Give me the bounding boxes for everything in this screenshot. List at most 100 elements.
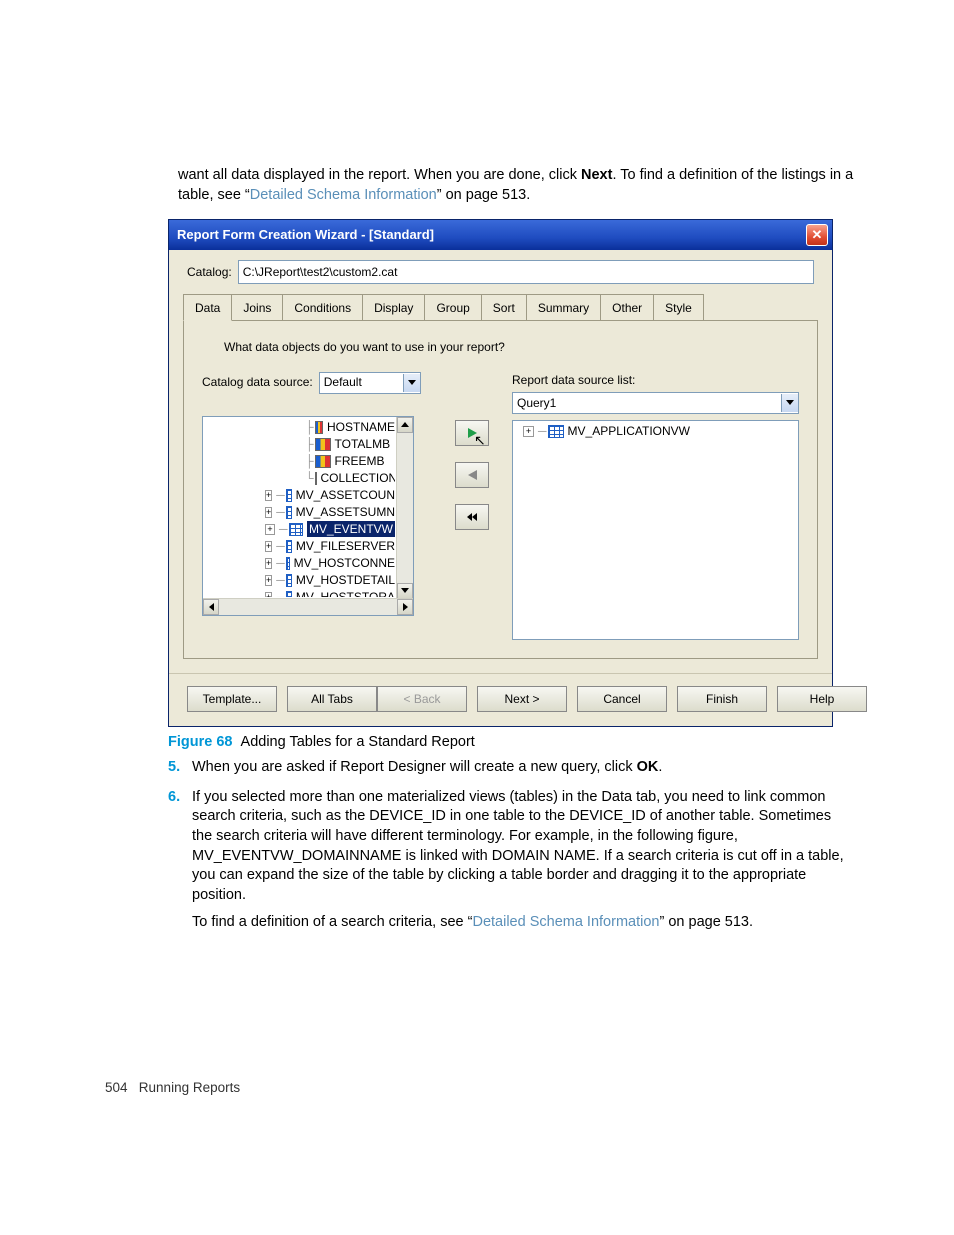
tab-joins[interactable]: Joins <box>231 294 283 320</box>
tree-view-selected[interactable]: +─MV_EVENTVW <box>207 521 395 538</box>
intro-paragraph: want all data displayed in the report. W… <box>178 166 854 205</box>
alltabs-button[interactable]: All Tabs <box>287 686 377 712</box>
section-title: Running Reports <box>139 1080 240 1095</box>
cancel-button[interactable]: Cancel <box>577 686 667 712</box>
help-button[interactable]: Help <box>777 686 867 712</box>
expand-icon[interactable]: + <box>265 541 272 552</box>
tree-view[interactable]: +─MV_ASSETCOUN <box>207 487 395 504</box>
step-text: If you selected more than one materializ… <box>192 789 844 903</box>
table-icon <box>286 489 292 502</box>
step-bold-ok: OK <box>637 759 659 775</box>
intro-text-c: ” on page 513. <box>437 187 531 203</box>
next-button[interactable]: Next > <box>477 686 567 712</box>
source-tree[interactable]: ├HOSTNAME ├TOTALMB ├FREEMB └COLLECTION +… <box>202 416 414 616</box>
report-ds-combo[interactable]: Query1 <box>512 392 799 414</box>
report-ds-value: Query1 <box>517 395 556 411</box>
close-button[interactable]: ✕ <box>806 224 828 246</box>
figure-label: Figure 68 <box>168 734 232 750</box>
expand-icon[interactable]: + <box>265 558 272 569</box>
tree-column[interactable]: └COLLECTION <box>207 470 395 487</box>
chevron-down-icon <box>781 394 798 412</box>
back-button[interactable]: < Back <box>377 686 467 712</box>
target-tree[interactable]: +─MV_APPLICATIONVW <box>512 420 799 640</box>
cursor-icon: ↖ <box>474 431 486 450</box>
chevron-down-icon <box>403 374 420 392</box>
step-text: . <box>658 759 662 775</box>
step-number: 6. <box>168 788 180 808</box>
close-icon: ✕ <box>812 226 823 244</box>
catalog-ds-label: Catalog data source: <box>202 374 313 390</box>
step-text: To find a definition of a search criteri… <box>192 914 472 930</box>
step-number: 5. <box>168 758 180 778</box>
tree-view[interactable]: +─MV_HOSTDETAIL <box>207 572 395 589</box>
remove-all-button[interactable] <box>455 504 489 530</box>
table-icon <box>548 425 564 438</box>
titlebar: Report Form Creation Wizard - [Standard]… <box>169 220 832 250</box>
table-icon <box>289 523 303 536</box>
catalog-ds-value: Default <box>324 374 362 390</box>
catalog-ds-combo[interactable]: Default <box>319 372 421 394</box>
step-text: When you are asked if Report Designer wi… <box>192 759 637 775</box>
table-icon <box>286 506 292 519</box>
arrow-left-icon <box>468 470 477 480</box>
catalog-input[interactable]: C:\JReport\test2\custom2.cat <box>238 260 814 284</box>
scroll-right-icon[interactable] <box>397 599 413 615</box>
tab-sort[interactable]: Sort <box>481 294 527 320</box>
tab-data[interactable]: Data <box>183 294 232 321</box>
scroll-left-icon[interactable] <box>203 599 219 615</box>
inner-panel: What data objects do you want to use in … <box>183 321 818 658</box>
step-text: ” on page 513. <box>659 914 753 930</box>
link-schema-info-2[interactable]: Detailed Schema Information <box>472 914 659 930</box>
scroll-up-icon[interactable] <box>397 417 413 433</box>
remove-button[interactable] <box>455 462 489 488</box>
catalog-row: Catalog: C:\JReport\test2\custom2.cat <box>169 250 832 290</box>
tree-view[interactable]: +─MV_APPLICATIONVW <box>517 423 794 440</box>
tree-column[interactable]: ├TOTALMB <box>207 436 395 453</box>
tab-bar: Data Joins Conditions Display Group Sort… <box>183 294 818 321</box>
expand-icon[interactable]: + <box>265 490 272 501</box>
tree-view[interactable]: +─MV_HOSTCONNE <box>207 555 395 572</box>
tree-column[interactable]: ├HOSTNAME <box>207 419 395 436</box>
tab-display[interactable]: Display <box>362 294 425 320</box>
table-icon <box>286 574 292 587</box>
horizontal-scrollbar[interactable] <box>203 598 413 615</box>
figure-caption-text: Adding Tables for a Standard Report <box>241 734 475 750</box>
tab-group[interactable]: Group <box>424 294 481 320</box>
page-number: 504 <box>105 1080 128 1095</box>
vertical-scrollbar[interactable] <box>396 417 413 599</box>
scroll-down-icon[interactable] <box>397 583 413 599</box>
report-ds-label: Report data source list: <box>512 372 799 388</box>
finish-button[interactable]: Finish <box>677 686 767 712</box>
tree-view[interactable]: +─MV_ASSETSUMN <box>207 504 395 521</box>
tree-view[interactable]: +─MV_HOSTSTORA <box>207 589 395 597</box>
tree-view[interactable]: +─MV_FILESERVER <box>207 538 395 555</box>
tree-column[interactable]: ├FREEMB <box>207 453 395 470</box>
step-6: 6. If you selected more than one materia… <box>168 788 854 933</box>
expand-icon[interactable]: + <box>265 575 272 586</box>
table-icon <box>286 557 290 570</box>
expand-icon[interactable]: + <box>265 524 275 535</box>
expand-icon[interactable]: + <box>523 426 534 437</box>
tab-summary[interactable]: Summary <box>526 294 601 320</box>
expand-icon[interactable]: + <box>265 592 272 597</box>
prompt-text: What data objects do you want to use in … <box>202 335 799 371</box>
intro-bold-next: Next <box>581 167 612 183</box>
template-button[interactable]: Template... <box>187 686 277 712</box>
tab-conditions[interactable]: Conditions <box>282 294 363 320</box>
table-icon <box>286 591 292 597</box>
expand-icon[interactable]: + <box>265 507 272 518</box>
table-icon <box>286 540 292 553</box>
link-schema-info-1[interactable]: Detailed Schema Information <box>250 187 437 203</box>
page-footer: 504 Running Reports <box>105 1079 240 1097</box>
tab-other[interactable]: Other <box>600 294 654 320</box>
tab-style[interactable]: Style <box>653 294 704 320</box>
button-row: Template... All Tabs < Back Next > Cance… <box>169 673 832 726</box>
add-button[interactable]: ↖ <box>455 420 489 446</box>
dialog-title: Report Form Creation Wizard - [Standard] <box>177 226 434 244</box>
catalog-value: C:\JReport\test2\custom2.cat <box>243 264 398 280</box>
catalog-label: Catalog: <box>187 264 232 280</box>
wizard-dialog: Report Form Creation Wizard - [Standard]… <box>168 219 833 727</box>
column-icon <box>315 421 323 434</box>
step-5: 5. When you are asked if Report Designer… <box>168 758 854 778</box>
column-icon <box>315 455 331 468</box>
